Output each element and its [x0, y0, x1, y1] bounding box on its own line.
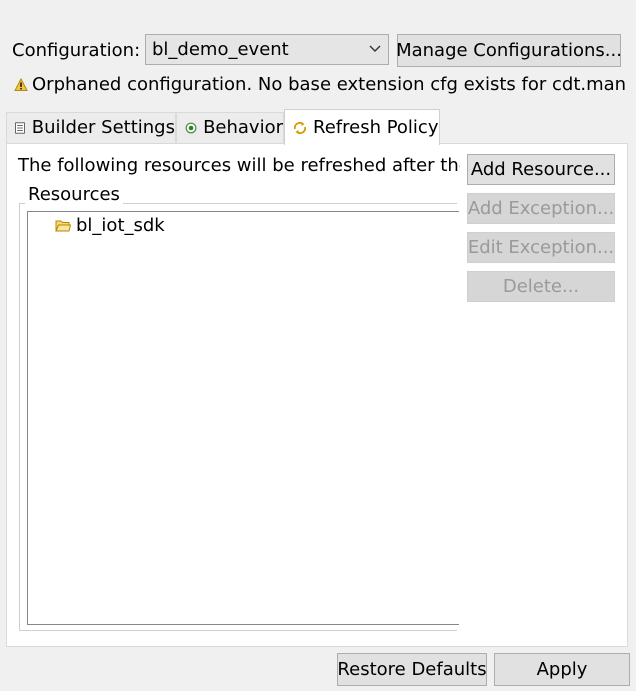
- folder-icon: [55, 220, 71, 232]
- refresh-description: The following resources will be refreshe…: [18, 155, 460, 176]
- warning-icon: [14, 78, 28, 91]
- edit-exception-button[interactable]: Edit Exception...: [467, 232, 615, 263]
- tree-item[interactable]: bl_iot_sdk: [55, 215, 165, 237]
- refresh-icon: [294, 121, 306, 134]
- tab-label: Builder Settings: [31, 117, 175, 138]
- tab-builder-settings[interactable]: Builder Settings: [6, 112, 176, 144]
- resources-group-label: Resources: [25, 184, 123, 206]
- tree-item-label: bl_iot_sdk: [76, 215, 165, 236]
- resources-tree[interactable]: [27, 211, 459, 625]
- tab-refresh-policy[interactable]: Refresh Policy: [284, 109, 440, 145]
- delete-button[interactable]: Delete...: [467, 271, 615, 302]
- tab-label: Refresh Policy: [313, 116, 439, 138]
- chevron-down-icon: [369, 45, 381, 52]
- configuration-select[interactable]: bl_demo_event: [145, 34, 389, 65]
- restore-defaults-button[interactable]: Restore Defaults: [337, 653, 487, 686]
- tab-behavior[interactable]: Behavior: [176, 112, 284, 144]
- list-icon: [15, 122, 25, 134]
- manage-configurations-button[interactable]: Manage Configurations...: [396, 34, 622, 67]
- configuration-select-value: bl_demo_event: [152, 39, 289, 60]
- warning-message: Orphaned configuration. No base extensio…: [32, 74, 627, 95]
- configuration-label: Configuration:: [12, 40, 141, 61]
- tab-label: Behavior: [203, 117, 283, 138]
- radio-icon: [185, 122, 197, 134]
- add-resource-button[interactable]: Add Resource...: [467, 154, 615, 185]
- apply-button[interactable]: Apply: [494, 653, 630, 686]
- add-exception-button[interactable]: Add Exception...: [467, 193, 615, 224]
